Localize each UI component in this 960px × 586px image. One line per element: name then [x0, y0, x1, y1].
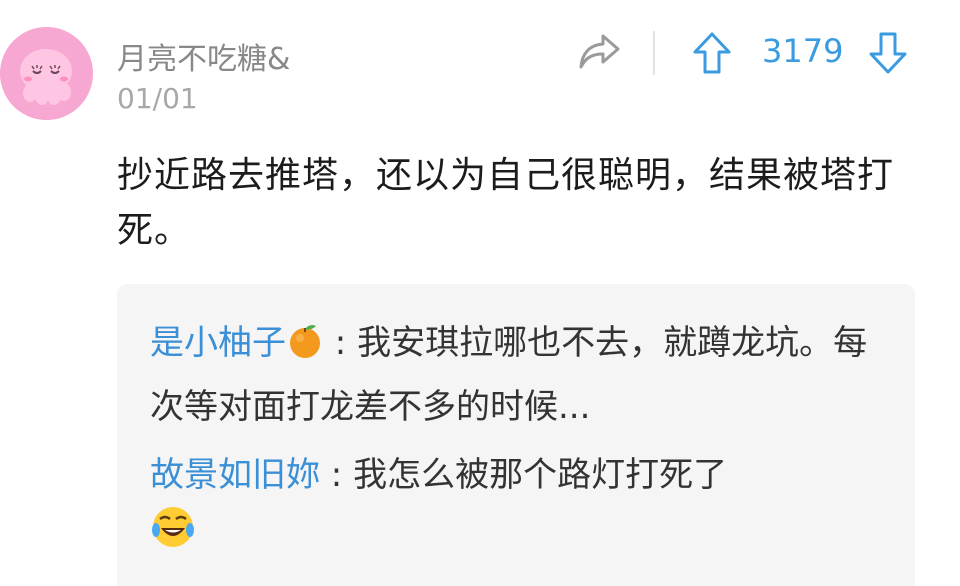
share-button[interactable] [576, 30, 624, 74]
down-arrow-icon [869, 32, 907, 74]
pink-octopus-avatar-icon [0, 27, 93, 120]
laughing-tears-emoji-icon [150, 504, 196, 568]
share-arrow-icon [579, 34, 620, 69]
reply-item[interactable]: 故景如旧妳 : 我怎么被那个路灯打死了 [150, 446, 890, 568]
comment-page: 月亮不吃糖& 01/01 3179 抄近路去推塔，还以为自己很聪明，结果被塔打死… [0, 0, 960, 586]
reply-item[interactable]: 是小柚子 : 我安琪拉哪也不去，就蹲龙坑。每次等对面打龙差不多的时候... [150, 314, 890, 436]
downvote-button[interactable] [866, 30, 910, 76]
orange-emoji-icon [286, 320, 324, 378]
comment-body: 抄近路去推塔，还以为自己很聪明，结果被塔打死。 [117, 155, 895, 251]
comment-author[interactable]: 月亮不吃糖& [117, 34, 290, 78]
reply-author[interactable]: 故景如旧妳 [150, 455, 320, 495]
reply-separator: : [324, 323, 358, 363]
comment-date: 01/01 [117, 82, 198, 115]
vote-count: 3179 [762, 32, 844, 70]
reply-text: 我怎么被那个路灯打死了 [353, 455, 728, 495]
reply-author[interactable]: 是小柚子 [150, 323, 286, 363]
avatar[interactable] [0, 27, 93, 120]
up-arrow-icon [693, 32, 731, 74]
upvote-button[interactable] [690, 30, 734, 76]
action-divider [653, 31, 655, 75]
reply-separator: : [320, 455, 354, 495]
